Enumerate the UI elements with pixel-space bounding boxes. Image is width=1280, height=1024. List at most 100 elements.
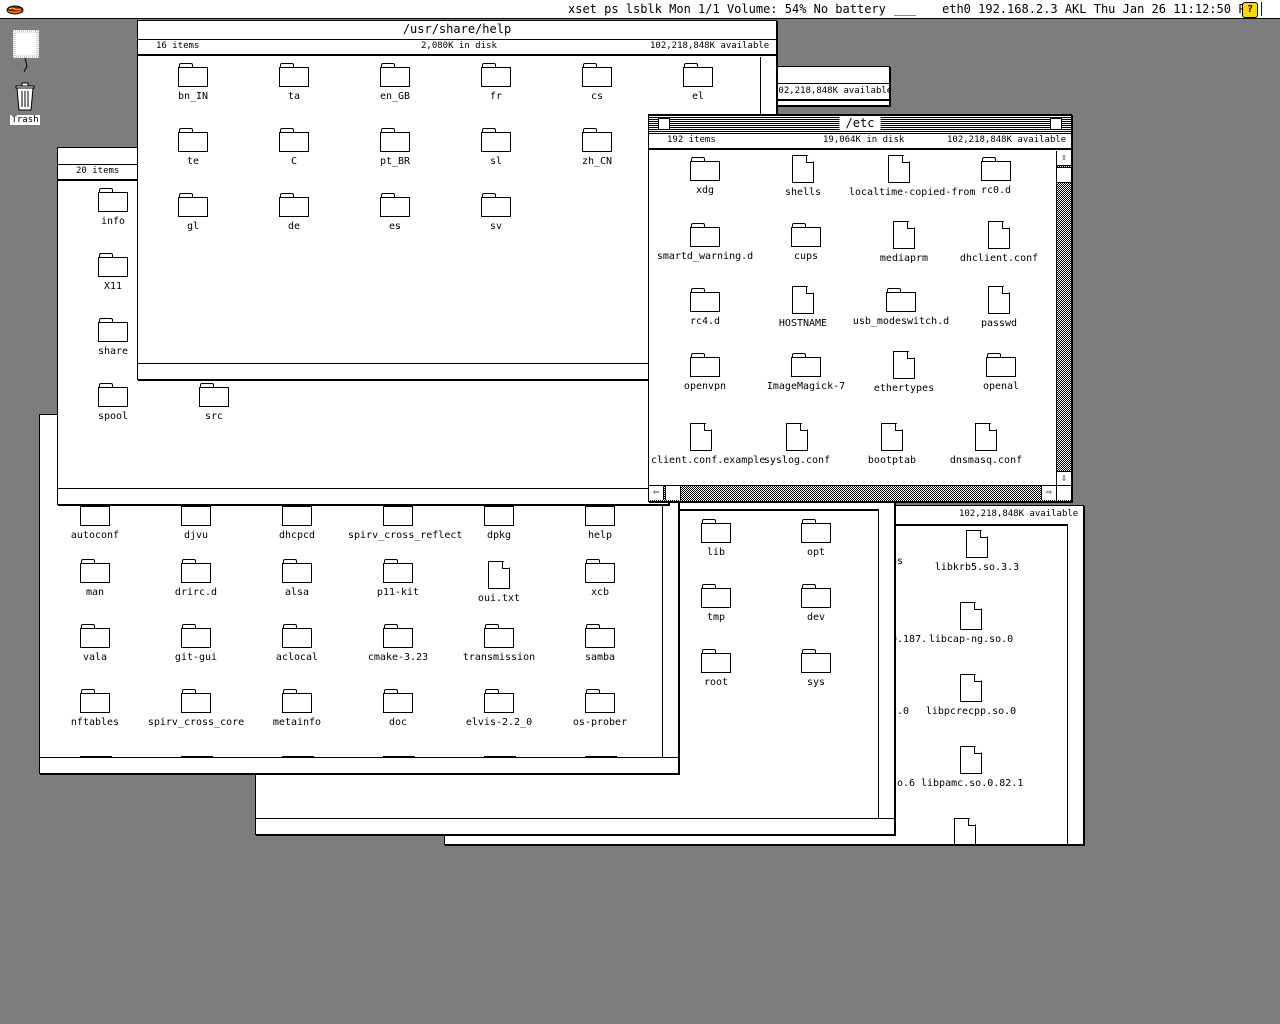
list-item[interactable]: drirc.d xyxy=(146,557,246,598)
list-item[interactable]: tmp xyxy=(666,582,766,623)
apple-hotdog-icon[interactable] xyxy=(6,2,24,19)
vertical-scrollbar[interactable]: ⇧ ⇩ xyxy=(1056,151,1071,486)
clipboard-icon[interactable] xyxy=(10,28,42,75)
window-title-bar[interactable]: /usr/share/help xyxy=(138,21,776,40)
network-clock-readout[interactable]: eth0 192.168.2.3 AKL Thu Jan 26 11:12:50… xyxy=(942,2,1253,16)
list-item[interactable]: gl xyxy=(143,191,243,232)
close-box-icon[interactable] xyxy=(658,118,670,130)
window-partial-top-right[interactable]: 102,218,848K available xyxy=(770,66,890,106)
list-item[interactable]: sl xyxy=(446,126,546,167)
status-readout[interactable]: xset ps lsblk Mon 1/1 Volume: 54% No bat… xyxy=(568,2,886,16)
zoom-box-icon[interactable] xyxy=(1050,118,1062,130)
list-item[interactable]: usb_modeswitch.d xyxy=(851,286,951,327)
list-item-partial[interactable] xyxy=(915,818,1015,844)
list-item[interactable]: xcb xyxy=(550,557,650,598)
list-item[interactable]: dev xyxy=(766,582,866,623)
list-item[interactable]: pt_BR xyxy=(345,126,445,167)
list-item[interactable]: dhcpcd xyxy=(247,500,347,541)
list-item[interactable]: libpamc.so.0.82.1 xyxy=(921,746,1023,789)
list-item[interactable]: sys xyxy=(766,647,866,688)
window-title-bar[interactable]: /etc xyxy=(649,115,1071,134)
list-item[interactable]: libpcrecpp.so.0 xyxy=(921,674,1021,717)
list-item[interactable]: libcap-ng.so.0 xyxy=(921,602,1021,645)
scroll-down-arrow-icon[interactable]: ⇩ xyxy=(1057,471,1071,486)
scroll-left-arrow-icon[interactable]: ⇦ xyxy=(649,486,664,500)
list-item[interactable]: lib xyxy=(666,517,766,558)
list-item[interactable]: alsa xyxy=(247,557,347,598)
list-item[interactable]: rc0.d xyxy=(946,155,1046,196)
list-item[interactable]: passwd xyxy=(949,286,1049,329)
list-item[interactable]: localtime-copied-from xyxy=(849,155,975,198)
list-item[interactable]: libkrb5.so.3.3 xyxy=(927,530,1027,573)
list-item[interactable]: fr xyxy=(446,61,546,102)
scroll-right-arrow-icon[interactable]: ⇨ xyxy=(1041,486,1056,500)
horizontal-scrollbar[interactable] xyxy=(58,488,668,504)
scroll-thumb[interactable] xyxy=(1057,167,1071,183)
list-item[interactable]: git-gui xyxy=(146,622,246,663)
list-item[interactable]: sv xyxy=(446,191,546,232)
list-item[interactable]: cmake-3.23 xyxy=(348,622,448,663)
list-item[interactable]: xdg xyxy=(655,155,755,196)
list-item[interactable]: smartd_warning.d xyxy=(655,221,755,262)
list-item[interactable]: client.conf.example xyxy=(651,423,765,466)
list-item[interactable]: openal xyxy=(951,351,1051,392)
list-item[interactable]: es xyxy=(345,191,445,232)
vertical-scrollbar[interactable] xyxy=(878,509,894,819)
list-item[interactable]: vala xyxy=(45,622,145,663)
list-item[interactable]: ta xyxy=(244,61,344,102)
list-item[interactable]: elvis-2.2_0 xyxy=(449,687,549,728)
list-item[interactable]: doc xyxy=(348,687,448,728)
list-item[interactable]: transmission xyxy=(449,622,549,663)
vertical-scrollbar[interactable] xyxy=(1067,524,1083,844)
list-item[interactable]: shells xyxy=(753,155,853,198)
list-item[interactable]: el xyxy=(648,61,748,102)
trash-icon[interactable]: Trash xyxy=(6,82,44,125)
list-item[interactable]: os-prober xyxy=(550,687,650,728)
list-item[interactable]: spirv_cross_reflect xyxy=(348,500,462,541)
list-item[interactable]: zh_CN xyxy=(547,126,647,167)
window-etc[interactable]: /etc 192 items 19,064K in disk 102,218,8… xyxy=(648,114,1072,502)
list-item[interactable]: man xyxy=(45,557,145,598)
list-item[interactable]: bootptab xyxy=(842,423,942,466)
list-item[interactable]: en_GB xyxy=(345,61,445,102)
list-item[interactable]: spool xyxy=(63,381,163,422)
list-item[interactable]: te xyxy=(143,126,243,167)
list-item[interactable]: syslog.conf xyxy=(747,423,847,466)
list-item[interactable]: dhclient.conf xyxy=(949,221,1049,264)
horizontal-scrollbar[interactable]: ⇦ ⇨ xyxy=(649,485,1071,501)
list-item[interactable]: de xyxy=(244,191,344,232)
list-item[interactable]: autoconf xyxy=(45,500,145,541)
list-item[interactable]: aclocal xyxy=(247,622,347,663)
scroll-up-arrow-icon[interactable]: ⇧ xyxy=(1057,151,1071,166)
list-item[interactable]: bn_IN xyxy=(143,61,243,102)
list-item[interactable]: ethertypes xyxy=(854,351,954,394)
list-item[interactable]: metainfo xyxy=(247,687,347,728)
list-item[interactable]: cs xyxy=(547,61,647,102)
list-item[interactable]: rc4.d xyxy=(655,286,755,327)
list-item[interactable]: spirv_cross_core xyxy=(146,687,246,728)
list-item[interactable]: djvu xyxy=(146,500,246,541)
horizontal-scrollbar[interactable] xyxy=(40,757,678,773)
list-item[interactable]: opt xyxy=(766,517,866,558)
list-item[interactable]: HOSTNAME xyxy=(753,286,853,329)
window-title-bar[interactable] xyxy=(771,67,889,84)
list-item[interactable]: mediaprm xyxy=(854,221,954,264)
list-item[interactable]: oui.txt xyxy=(449,557,549,604)
list-item[interactable]: cups xyxy=(756,221,856,262)
list-item[interactable]: nftables xyxy=(45,687,145,728)
list-item[interactable]: samba xyxy=(550,622,650,663)
list-item[interactable]: p11-kit xyxy=(348,557,448,598)
list-item[interactable]: C xyxy=(244,126,344,167)
resize-box-icon[interactable] xyxy=(1056,486,1071,500)
scroll-thumb-horizontal[interactable] xyxy=(665,486,681,500)
document-icon xyxy=(893,221,915,249)
list-item[interactable]: help xyxy=(550,500,650,541)
help-icon[interactable]: ? xyxy=(1242,2,1258,18)
list-item[interactable]: src xyxy=(164,381,264,422)
list-item[interactable]: dpkg xyxy=(449,500,549,541)
list-item[interactable]: dnsmasq.conf xyxy=(936,423,1036,466)
horizontal-scrollbar[interactable] xyxy=(256,818,894,834)
list-item[interactable]: openvpn xyxy=(655,351,755,392)
list-item[interactable]: ImageMagick-7 xyxy=(756,351,856,392)
list-item[interactable]: root xyxy=(666,647,766,688)
